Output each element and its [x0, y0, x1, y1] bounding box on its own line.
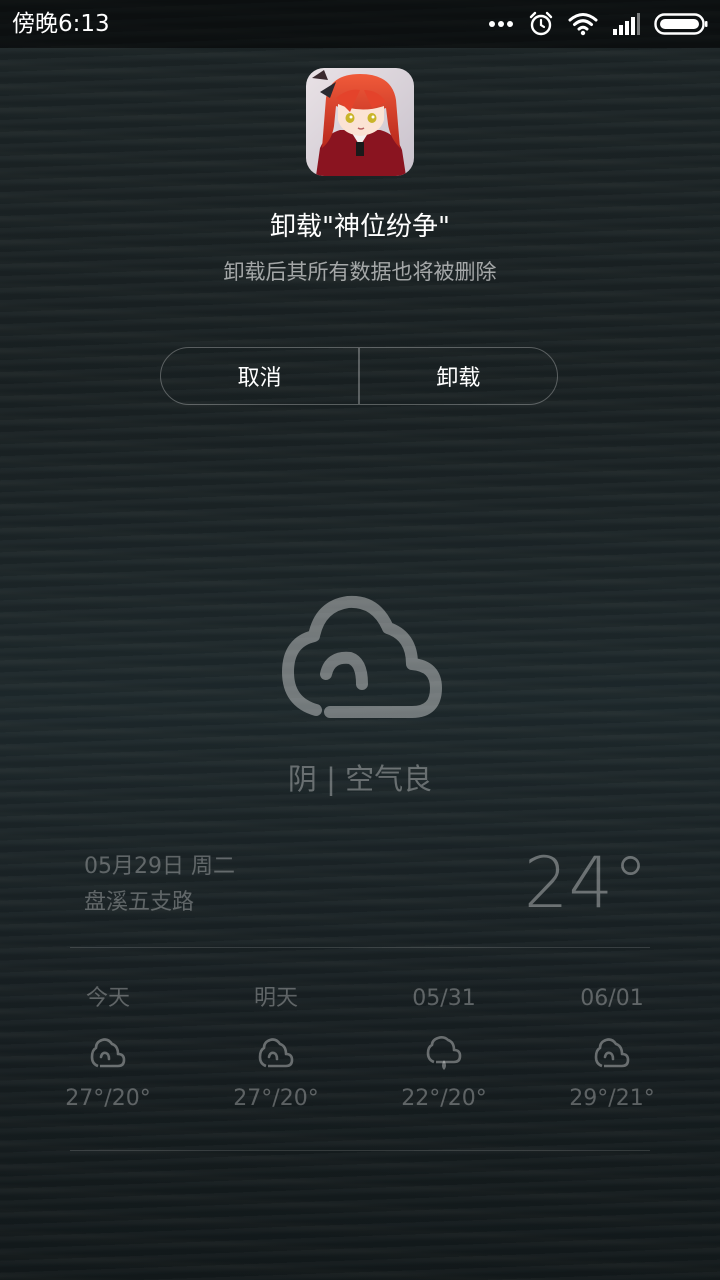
- forecast-day-label: 明天: [253, 986, 298, 1011]
- current-temperature: 24°: [523, 842, 648, 924]
- forecast-day: 今天 27°/20°: [24, 982, 192, 1111]
- dialog-button-group: 取消 卸载: [160, 347, 558, 405]
- cancel-button[interactable]: 取消: [161, 348, 358, 404]
- divider: [70, 947, 650, 948]
- rain-cloud-icon: [426, 1036, 462, 1072]
- forecast-temp: 27°/20°: [65, 1086, 151, 1111]
- weather-date: 05月29日 周二: [84, 854, 235, 879]
- anime-girl-app-icon: [306, 68, 414, 176]
- cloud-icon: [594, 1036, 630, 1072]
- forecast-temp: 22°/20°: [401, 1086, 487, 1111]
- alarm-icon: [528, 11, 554, 37]
- forecast-day: 明天 27°/20°: [192, 982, 360, 1111]
- forecast-temp: 29°/21°: [569, 1086, 655, 1111]
- status-time: 傍晚6:13: [12, 11, 110, 37]
- wifi-icon: [568, 12, 598, 36]
- divider: [70, 1150, 650, 1151]
- forecast-day: 06/01 29°/21°: [528, 982, 696, 1111]
- dialog-message: 卸载后其所有数据也将被删除: [223, 260, 497, 284]
- cloud-icon: [90, 1036, 126, 1072]
- uninstall-button[interactable]: 卸载: [360, 348, 557, 404]
- battery-icon: [654, 12, 708, 36]
- cloud-icon: [258, 1036, 294, 1072]
- cloud-icon: [280, 594, 442, 726]
- forecast-day-label: 06/01: [580, 986, 644, 1011]
- forecast-row[interactable]: 今天 27°/20° 明天 27°/20° 05/31 22°/20° 06/0…: [24, 982, 696, 1111]
- forecast-temp: 27°/20°: [233, 1086, 319, 1111]
- more-dots-icon: [488, 20, 514, 28]
- signal-icon: [612, 13, 640, 35]
- forecast-day-label: 05/31: [412, 986, 476, 1011]
- forecast-day-label: 今天: [85, 986, 130, 1011]
- status-bar: 傍晚6:13: [0, 0, 720, 48]
- weather-location: 盘溪五支路: [84, 890, 195, 915]
- forecast-day: 05/31 22°/20°: [360, 982, 528, 1111]
- weather-condition: 阴 | 空气良: [287, 762, 433, 796]
- status-icons: [488, 8, 708, 40]
- dialog-title: 卸载"神位纷争": [270, 212, 450, 242]
